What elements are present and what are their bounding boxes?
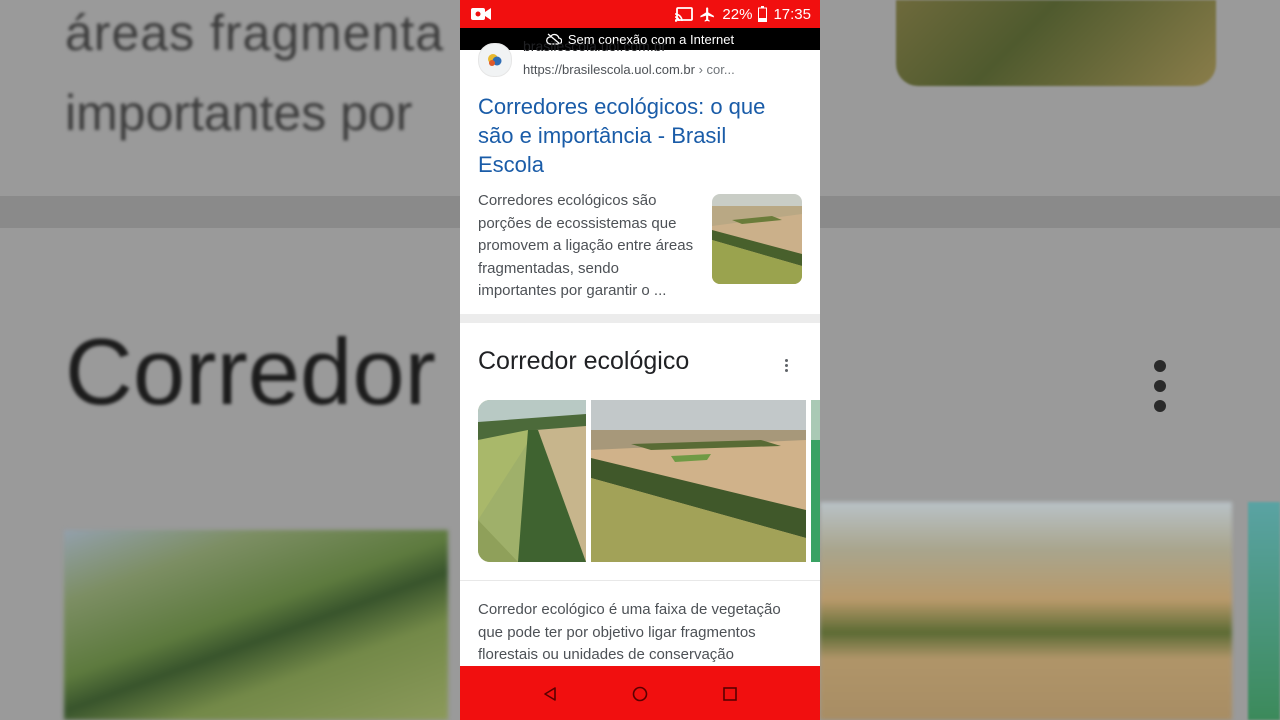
screen-record-icon bbox=[471, 8, 491, 20]
result-url: https://brasilescola.uol.com.br › cor... bbox=[523, 62, 735, 77]
background-image-top bbox=[896, 0, 1216, 86]
panel-image-2[interactable] bbox=[591, 400, 806, 562]
result-site-name: brasilescola.uol.com.br bbox=[523, 38, 667, 54]
background-image-edge bbox=[1248, 502, 1280, 720]
cast-icon bbox=[675, 6, 694, 22]
site-favicon-icon bbox=[478, 43, 512, 77]
background-image-left bbox=[64, 530, 448, 720]
battery-icon bbox=[758, 6, 768, 22]
result-url-crumb: › cor... bbox=[698, 62, 735, 77]
panel-title: Corredor ecológico bbox=[478, 347, 690, 375]
result-thumbnail[interactable] bbox=[712, 194, 802, 284]
result-title-link[interactable]: Corredores ecológicos: o que são e impor… bbox=[478, 92, 798, 179]
battery-percentage: 22% bbox=[722, 5, 753, 23]
recents-icon[interactable] bbox=[720, 684, 740, 704]
panel-image-3[interactable] bbox=[811, 400, 820, 562]
section-separator bbox=[460, 314, 820, 323]
result-url-host: https://brasilescola.uol.com.br bbox=[523, 62, 695, 77]
background-text-line2: importantes por bbox=[65, 85, 413, 141]
clock: 17:35 bbox=[773, 5, 811, 23]
background-image-right bbox=[820, 502, 1232, 720]
background-dots-icon bbox=[1154, 360, 1168, 420]
back-icon[interactable] bbox=[540, 684, 560, 704]
search-result[interactable]: brasilescola.uol.com.br https://brasiles… bbox=[460, 38, 820, 314]
more-vert-icon[interactable] bbox=[782, 359, 790, 375]
phone-screen: 22% 17:35 Sem conexão com a Internet bra… bbox=[460, 0, 820, 720]
panel-description: Corredor ecológico é uma faixa de vegeta… bbox=[478, 601, 781, 664]
background-text-line1: áreas fragmenta bbox=[65, 5, 445, 61]
airplane-mode-icon bbox=[700, 6, 715, 22]
home-icon[interactable] bbox=[630, 684, 650, 704]
panel-image-1[interactable] bbox=[478, 400, 586, 562]
status-bar: 22% 17:35 bbox=[460, 0, 820, 28]
knowledge-panel: Corredor ecológico Corredor ecológico é … bbox=[460, 323, 820, 683]
navigation-bar bbox=[460, 666, 820, 720]
result-snippet: Corredores ecológicos são porções de eco… bbox=[478, 192, 694, 300]
panel-divider bbox=[460, 580, 820, 581]
